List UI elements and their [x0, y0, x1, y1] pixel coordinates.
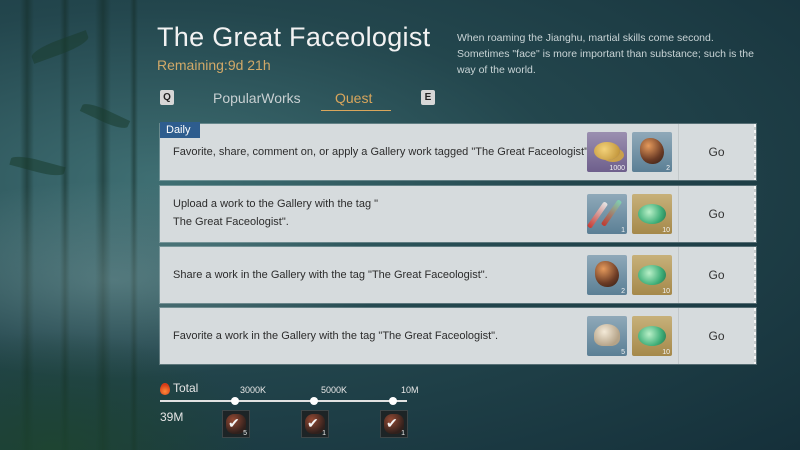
milestone-reward[interactable]: ✔ 1	[380, 410, 408, 438]
quest-card: Daily Favorite, share, comment on, or ap…	[160, 122, 756, 180]
next-tab-key-hint[interactable]: E	[421, 90, 435, 105]
milestone-dot	[389, 397, 397, 405]
reward-quantity: 5	[243, 430, 247, 437]
reward-quantity: 1	[322, 430, 326, 437]
tab-bar: Q PopularWorks Quest E	[160, 88, 440, 112]
tab-popular-works[interactable]: PopularWorks	[213, 90, 301, 106]
reward-slot[interactable]: 2	[587, 255, 627, 295]
reward-quantity: 10	[662, 349, 670, 356]
quest-card: Share a work in the Gallery with the tag…	[160, 247, 756, 303]
go-button[interactable]: Go	[678, 308, 754, 364]
mushroom-icon	[594, 324, 620, 346]
reward-slot[interactable]: 1	[587, 194, 627, 234]
total-value: 39M	[160, 410, 184, 424]
coin-icon	[594, 142, 620, 160]
milestone-dot	[310, 397, 318, 405]
flame-icon	[160, 383, 170, 395]
total-progress: Total 39M 3000K ✔ 5 5000K ✔ 1 10M ✔ 1	[160, 381, 460, 441]
go-button[interactable]: Go	[678, 247, 754, 303]
event-description: When roaming the Jianghu, martial skills…	[457, 32, 754, 76]
quest-description-line: The Great Faceologist".	[173, 216, 289, 228]
quest-description: Favorite a work in the Gallery with the …	[173, 330, 499, 342]
quest-description: Favorite, share, comment on, or apply a …	[173, 146, 592, 158]
reward-slot[interactable]: 5	[587, 316, 627, 356]
reward-quantity: 10	[662, 288, 670, 295]
reward-quantity: 1	[401, 430, 405, 437]
reward-slot[interactable]: 2	[632, 132, 672, 172]
reward-quantity: 1000	[609, 165, 625, 172]
reward-quantity: 2	[666, 165, 670, 172]
bamboo-leaf	[9, 153, 66, 179]
quest-card: Upload a work to the Gallery with the ta…	[160, 186, 756, 242]
check-icon: ✔	[386, 415, 398, 431]
reward-quantity: 5	[621, 349, 625, 356]
reward-slot[interactable]: 1000	[587, 132, 627, 172]
remaining-time: Remaining:9d 21h	[157, 57, 271, 73]
ore-icon	[640, 138, 664, 164]
quest-description-line: Upload a work to the Gallery with the ta…	[173, 198, 379, 210]
total-label: Total	[173, 381, 199, 395]
milestone-label: 10M	[401, 385, 419, 395]
milestone-label: 3000K	[240, 385, 267, 395]
jade-icon	[638, 326, 666, 346]
reward-quantity: 2	[621, 288, 625, 295]
milestone-label: 5000K	[321, 385, 348, 395]
active-tab-underline	[321, 110, 391, 111]
go-button[interactable]: Go	[678, 186, 754, 242]
daily-badge: Daily	[160, 122, 200, 138]
event-title: The Great Faceologist	[157, 22, 431, 52]
go-button[interactable]: Go	[678, 124, 754, 180]
quest-card: Favorite a work in the Gallery with the …	[160, 308, 756, 364]
check-icon: ✔	[228, 415, 240, 431]
quest-description: Upload a work to the Gallery with the ta…	[173, 195, 593, 231]
milestone-dot	[231, 397, 239, 405]
milestone-reward[interactable]: ✔ 5	[222, 410, 250, 438]
tab-quest[interactable]: Quest	[335, 90, 372, 106]
reward-slot[interactable]: 10	[632, 194, 672, 234]
milestone-reward[interactable]: ✔ 1	[301, 410, 329, 438]
jade-icon	[638, 265, 666, 285]
reward-slot[interactable]: 10	[632, 255, 672, 295]
reward-quantity: 1	[621, 227, 625, 234]
reward-slot[interactable]: 10	[632, 316, 672, 356]
prev-tab-key-hint[interactable]: Q	[160, 90, 174, 105]
quest-description: Share a work in the Gallery with the tag…	[173, 269, 488, 281]
reward-quantity: 10	[662, 227, 670, 234]
jade-icon	[638, 204, 666, 224]
progress-bar	[160, 400, 407, 402]
check-icon: ✔	[307, 415, 319, 431]
ore-icon	[595, 261, 619, 287]
